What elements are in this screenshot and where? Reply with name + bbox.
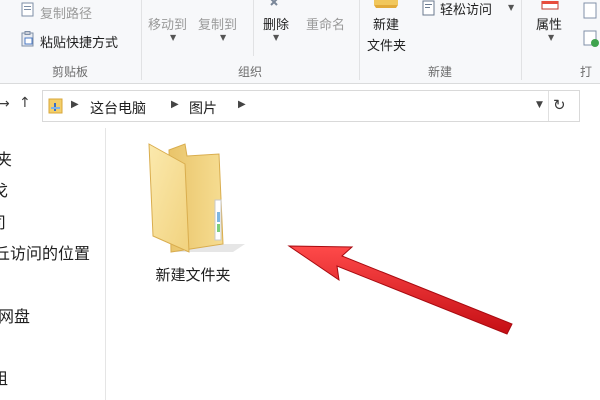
move-to-dropdown-icon[interactable]: ▼ <box>170 33 176 42</box>
easy-access-button[interactable]: 轻松访问 <box>440 0 492 18</box>
easy-access-icon <box>422 0 436 20</box>
folder-name-label: 新建文件夹 <box>155 266 231 284</box>
nav-item[interactable]: 夹 <box>0 146 12 170</box>
address-divider <box>548 91 549 121</box>
paste-shortcut-button[interactable]: 粘贴快捷方式 <box>40 32 118 51</box>
file-list: 新建文件夹 <box>107 128 600 400</box>
delete-button[interactable]: 删除 <box>263 14 289 33</box>
delete-icon <box>268 0 286 13</box>
nav-item[interactable]: 司 <box>0 209 6 233</box>
paste-shortcut-icon <box>20 31 36 51</box>
copy-path-button[interactable]: 复制路径 <box>40 3 92 22</box>
breadcrumb-chevron-icon[interactable]: ▶ <box>238 99 246 110</box>
easy-access-dropdown-icon[interactable]: ▼ <box>508 3 514 12</box>
list-item[interactable]: 新建文件夹 <box>133 136 253 296</box>
new-folder-button-line2[interactable]: 文件夹 <box>367 35 406 54</box>
refresh-icon[interactable]: ↻ <box>553 96 566 114</box>
history-icon <box>583 30 600 52</box>
ribbon-separator <box>521 0 522 80</box>
navigation-pane: 夹 戈 司 丘访问的位置 网盘 组 <box>0 128 106 400</box>
new-group-label: 新建 <box>427 65 452 79</box>
up-arrow-icon[interactable]: ↑ <box>19 95 31 111</box>
new-folder-icon <box>373 0 399 13</box>
properties-button[interactable]: 属性 <box>536 14 562 33</box>
copy-to-dropdown-icon[interactable]: ▼ <box>220 33 226 42</box>
address-bar-row: → ↑ ▶ 这台电脑 ▶ 图片 ▶ ▼ ↻ <box>0 84 600 128</box>
pictures-location-icon <box>48 98 64 118</box>
address-dropdown-icon[interactable]: ▼ <box>536 100 543 110</box>
nav-item[interactable]: 戈 <box>0 177 8 201</box>
nav-item[interactable]: 丘访问的位置 <box>0 240 90 264</box>
breadcrumb-this-pc[interactable]: 这台电脑 <box>90 98 146 118</box>
new-folder-button-line1[interactable]: 新建 <box>373 14 399 33</box>
properties-dropdown-icon[interactable]: ▼ <box>548 33 554 42</box>
ribbon: 复制路径 粘贴快捷方式 剪贴板 移动到 ▼ 复制到 ▼ 删除 ▼ 重命名 组织 … <box>0 0 600 84</box>
nav-item[interactable]: 网盘 <box>0 303 30 327</box>
delete-dropdown-icon[interactable]: ▼ <box>273 33 279 42</box>
copy-path-icon <box>20 2 36 22</box>
address-box[interactable]: ▶ 这台电脑 ▶ 图片 ▶ ▼ ↻ <box>42 90 580 122</box>
nav-item[interactable]: 组 <box>0 365 8 389</box>
copy-to-button[interactable]: 复制到 <box>198 14 237 33</box>
open-group-label: 打 <box>580 65 593 79</box>
properties-icon <box>540 0 560 15</box>
back-arrow-icon[interactable]: → <box>0 96 10 112</box>
breadcrumb-chevron-icon[interactable]: ▶ <box>71 99 79 110</box>
rename-button[interactable]: 重命名 <box>306 14 345 33</box>
breadcrumb-pictures[interactable]: 图片 <box>189 98 217 118</box>
edit-icon <box>583 2 600 24</box>
breadcrumb-chevron-icon[interactable]: ▶ <box>171 99 179 110</box>
move-to-button[interactable]: 移动到 <box>148 14 187 33</box>
ribbon-separator <box>253 0 254 56</box>
folder-icon <box>141 140 245 260</box>
clipboard-group-label: 剪贴板 <box>51 65 88 79</box>
organize-group-label: 组织 <box>237 65 262 79</box>
